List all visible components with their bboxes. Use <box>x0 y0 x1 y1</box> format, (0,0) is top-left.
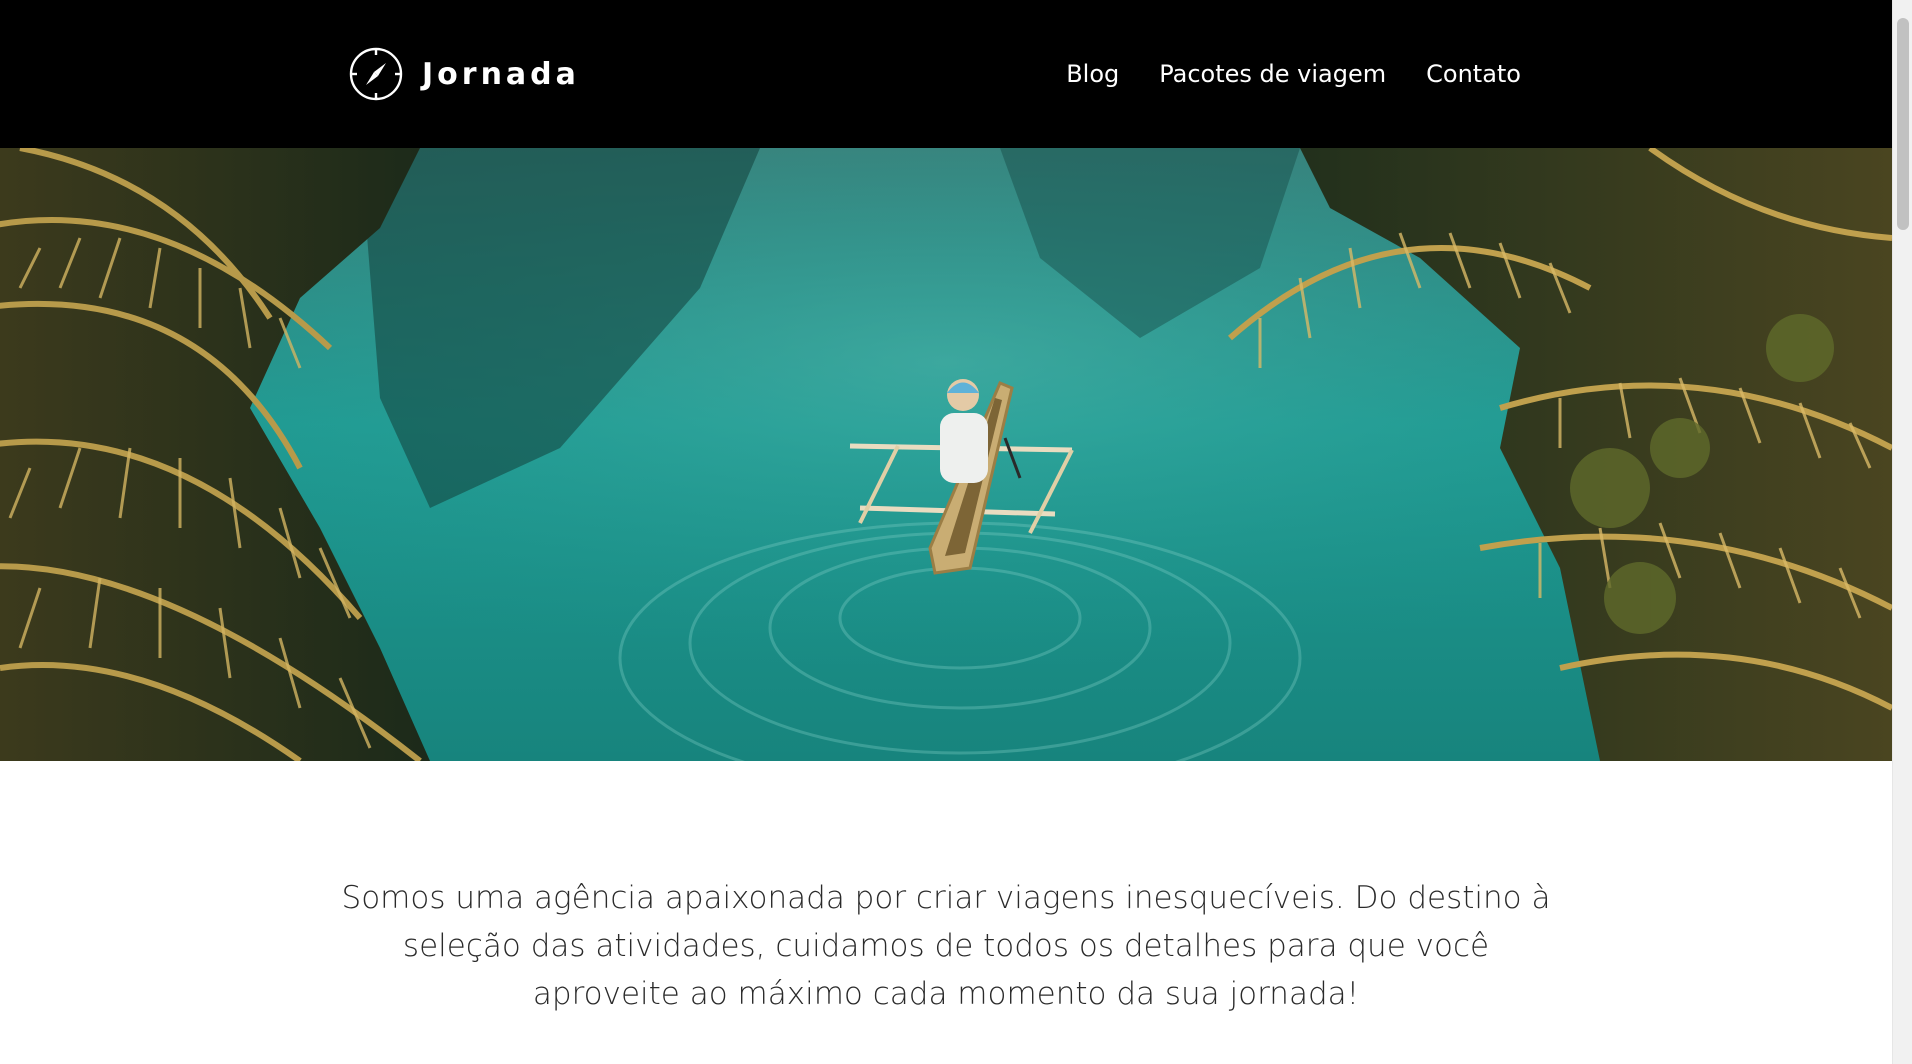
brand-logo-link[interactable]: Jornada <box>348 46 580 102</box>
page-scrollbar[interactable] <box>1892 0 1912 1064</box>
hero-image <box>0 148 1892 761</box>
scrollbar-thumb[interactable] <box>1897 18 1909 230</box>
compass-icon <box>349 47 403 101</box>
intro-paragraph: Somos uma agência apaixonada por criar v… <box>341 880 1551 1012</box>
nav-link-blog[interactable]: Blog <box>1066 56 1119 92</box>
site-header: Jornada Blog Pacotes de viagem Contato <box>0 0 1892 148</box>
page: Jornada Blog Pacotes de viagem Contato S… <box>0 0 1912 1064</box>
nav-link-travel-packages[interactable]: Pacotes de viagem <box>1159 56 1386 92</box>
brand-name: Jornada <box>422 56 580 92</box>
nav-link-contact[interactable]: Contato <box>1426 56 1521 92</box>
main-nav: Blog Pacotes de viagem Contato <box>1066 56 1521 92</box>
